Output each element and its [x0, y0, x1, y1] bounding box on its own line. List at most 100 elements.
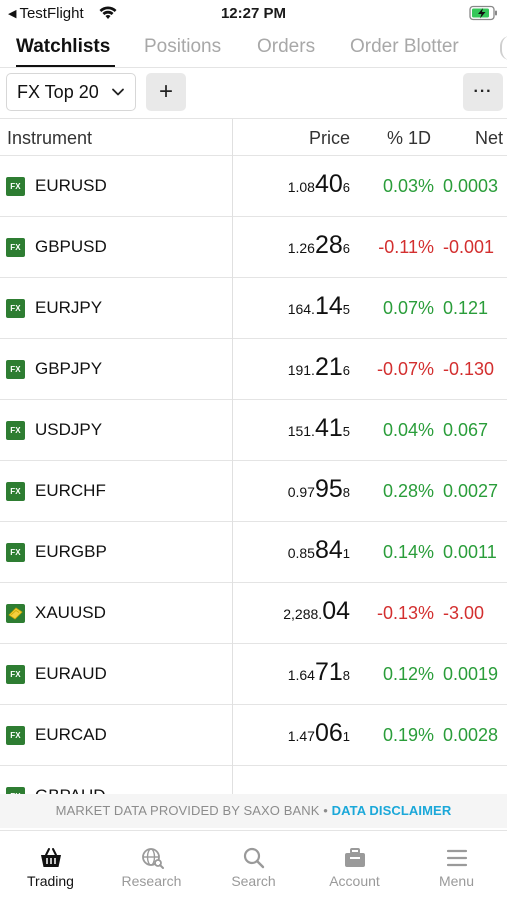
price-prefix: 2,288.	[283, 606, 323, 622]
nav-trading[interactable]: Trading	[0, 831, 101, 900]
net-change: 0.0019	[443, 664, 499, 684]
instrument-price[interactable]: 1.64718	[288, 658, 350, 687]
nav-label: Account	[329, 873, 380, 889]
price-fraction: 1	[342, 729, 350, 744]
price-pips: 41	[314, 414, 343, 442]
table-row[interactable]: FX GBPAUD	[0, 766, 507, 794]
pct-change-1d: -0.07%	[376, 359, 434, 379]
instrument-price[interactable]: 1.26286	[288, 231, 350, 260]
fx-icon: FX	[6, 299, 25, 318]
data-disclaimer-link[interactable]: DATA DISCLAIMER	[332, 803, 452, 818]
price-pips: 28	[314, 231, 343, 259]
fx-icon: FX	[6, 543, 25, 562]
instrument-price[interactable]: 0.97958	[288, 475, 350, 504]
table-row[interactable]: FX GBPUSD 1.26286 -0.11% -0.001	[0, 217, 507, 278]
table-row[interactable]: FX EURAUD 1.64718 0.12% 0.0019	[0, 644, 507, 705]
instrument-symbol: EURGBP	[35, 542, 107, 561]
disclaimer-text: MARKET DATA PROVIDED BY SAXO BANK •	[55, 803, 332, 818]
tab-positions[interactable]: Positions	[144, 36, 221, 58]
instrument-symbol: EURUSD	[35, 176, 107, 195]
nav-research[interactable]: Research	[101, 831, 202, 900]
tab-order-blotter[interactable]: Order Blotter	[350, 36, 459, 58]
price-prefix: 1.47	[287, 728, 315, 744]
market-data-disclaimer: MARKET DATA PROVIDED BY SAXO BANK • DATA…	[0, 794, 507, 828]
instrument-price[interactable]: 1.47061	[288, 719, 350, 748]
table-row[interactable]: FX GBPJPY 191.216 -0.07% -0.130	[0, 339, 507, 400]
watchlist-selected-label: FX Top 20	[17, 81, 99, 102]
price-fraction: 8	[342, 668, 350, 683]
header-price[interactable]: Price	[309, 128, 350, 149]
instrument-symbol: GBPUSD	[35, 237, 107, 256]
instrument-price[interactable]: 1.08406	[288, 170, 350, 199]
price-fraction: 6	[342, 241, 350, 256]
tab-watchlists[interactable]: Watchlists	[16, 36, 110, 58]
instrument-symbol: EURCAD	[35, 725, 107, 744]
table-row[interactable]: FX USDJPY 151.415 0.04% 0.067	[0, 400, 507, 461]
instrument-symbol: EURCHF	[35, 481, 106, 500]
price-prefix: 151.	[287, 423, 315, 439]
header-net[interactable]: Net	[475, 128, 503, 149]
tab-orders[interactable]: Orders	[257, 36, 315, 58]
instrument-price[interactable]: 191.216	[288, 353, 350, 382]
bottom-navigation: Trading Research Search Account Menu	[0, 830, 507, 900]
pct-change-1d: 0.28%	[382, 481, 434, 501]
pct-change-1d: 0.07%	[382, 298, 434, 318]
nav-label: Search	[231, 873, 276, 889]
more-options-button[interactable]: ···	[463, 73, 503, 111]
instrument-symbol: EURJPY	[35, 298, 103, 317]
pct-change-1d: -0.13%	[376, 603, 434, 623]
search-icon	[243, 847, 264, 869]
price-pips: 84	[314, 536, 343, 564]
pct-change-1d: 0.14%	[382, 542, 434, 562]
price-pips: 95	[314, 475, 343, 503]
price-pips: 06	[314, 719, 343, 747]
instrument-symbol: USDJPY	[35, 420, 103, 439]
net-change: 0.0011	[443, 542, 497, 562]
fx-icon: FX	[6, 482, 25, 501]
instrument-symbol: GBPAUD	[35, 786, 106, 794]
nav-search[interactable]: Search	[203, 831, 304, 900]
column-divider	[232, 119, 233, 794]
instrument-price[interactable]: 0.85841	[288, 536, 350, 565]
price-prefix: 1.08	[287, 179, 315, 195]
price-pips: 04	[322, 597, 350, 625]
price-pips: 71	[314, 658, 343, 686]
price-fraction: 5	[342, 302, 350, 317]
price-prefix: 191.	[287, 362, 315, 378]
table-row[interactable]: XAUUSD 2,288.04 -0.13% -3.00	[0, 583, 507, 644]
price-fraction: 8	[342, 485, 350, 500]
nav-account[interactable]: Account	[304, 831, 405, 900]
table-row[interactable]: FX EURCHF 0.97958 0.28% 0.0027	[0, 461, 507, 522]
add-watchlist-button[interactable]: +	[146, 73, 186, 111]
price-prefix: 1.64	[287, 667, 315, 683]
briefcase-icon	[344, 848, 365, 867]
price-prefix: 0.97	[287, 484, 315, 500]
gold-icon	[6, 604, 25, 623]
header-instrument[interactable]: Instrument	[7, 128, 92, 149]
nav-label: Research	[121, 873, 182, 889]
hamburger-icon	[446, 849, 467, 867]
price-fraction: 6	[342, 180, 350, 195]
price-prefix: 164.	[287, 301, 315, 317]
table-row[interactable]: FX EURJPY 164.145 0.07% 0.121	[0, 278, 507, 339]
watchlist-dropdown[interactable]: FX Top 20	[6, 73, 136, 111]
pct-change-1d: 0.12%	[382, 664, 434, 684]
net-change: -3.00	[443, 603, 485, 623]
fx-icon: FX	[6, 665, 25, 684]
header-pct-1d[interactable]: % 1D	[387, 128, 431, 149]
pct-change-1d: -0.11%	[378, 237, 434, 257]
instrument-price[interactable]: 164.145	[288, 292, 350, 321]
table-row[interactable]: FX EURCAD 1.47061 0.19% 0.0028	[0, 705, 507, 766]
pct-change-1d: 0.04%	[382, 420, 434, 440]
instrument-symbol: EURAUD	[35, 664, 107, 683]
fx-icon: FX	[6, 787, 25, 794]
instrument-price[interactable]: 151.415	[288, 414, 350, 443]
table-row[interactable]: FX EURUSD 1.08406 0.03% 0.0003	[0, 156, 507, 217]
tab-overflow-partial[interactable]	[500, 36, 507, 60]
fx-icon: FX	[6, 177, 25, 196]
instrument-price[interactable]: 2,288.04	[283, 597, 350, 626]
battery-charging-icon	[469, 5, 497, 21]
net-change: -0.130	[443, 359, 495, 379]
nav-menu[interactable]: Menu	[406, 831, 507, 900]
table-row[interactable]: FX EURGBP 0.85841 0.14% 0.0011	[0, 522, 507, 583]
